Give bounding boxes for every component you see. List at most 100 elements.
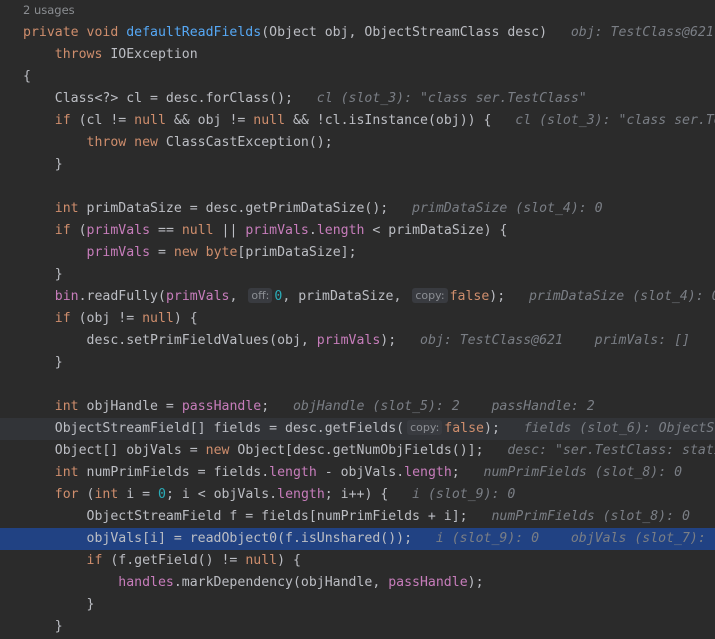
code-token: ); bbox=[489, 289, 506, 304]
code-line[interactable]: for (int i = 0; i < objVals.length; i++)… bbox=[0, 484, 715, 506]
code-token: int bbox=[94, 487, 127, 502]
code-token: private void bbox=[23, 25, 127, 40]
code-line[interactable]: } bbox=[0, 352, 715, 374]
code-token: length bbox=[404, 465, 452, 480]
inline-debug-value: cl (slot_3): "class ser.TestClass" bbox=[515, 113, 715, 128]
code-token: - objVals. bbox=[316, 465, 405, 480]
code-line[interactable]: } bbox=[0, 616, 715, 638]
code-token: ); bbox=[380, 333, 397, 348]
code-token: && !cl.isInstance(obj)) { bbox=[285, 113, 492, 128]
code-line[interactable]: if (obj != null) { bbox=[0, 308, 715, 330]
code-token: null bbox=[181, 223, 214, 238]
code-token: passHandle bbox=[388, 575, 468, 590]
code-line[interactable]: { bbox=[0, 66, 715, 88]
code-line[interactable]: primVals = new byte[primDataSize]; bbox=[0, 242, 715, 264]
code-line[interactable]: } bbox=[0, 264, 715, 286]
code-token: ) { bbox=[277, 553, 301, 568]
code-token: primVals bbox=[245, 223, 309, 238]
code-token: objVals[i] = readObject0(f.isUnshared())… bbox=[23, 531, 413, 546]
code-token: } bbox=[23, 355, 63, 370]
code-line[interactable]: } bbox=[0, 154, 715, 176]
code-token: ; i++) { bbox=[324, 487, 389, 502]
code-line[interactable]: int objHandle = passHandle; objHandle (s… bbox=[0, 396, 715, 418]
code-token: . bbox=[308, 223, 317, 238]
code-token: primVals bbox=[316, 333, 381, 348]
code-line[interactable]: handles.markDependency(objHandle, passHa… bbox=[0, 572, 715, 594]
code-token: .markDependency(objHandle, bbox=[173, 575, 389, 590]
code-token: primVals bbox=[86, 245, 151, 260]
code-token: defaultReadFields bbox=[126, 25, 262, 40]
parameter-hint: copy: bbox=[412, 288, 448, 303]
code-token: if bbox=[23, 311, 79, 326]
code-token: (obj != bbox=[78, 311, 143, 326]
code-token: < primDataSize) { bbox=[364, 223, 508, 238]
code-line[interactable]: throws IOException bbox=[0, 44, 715, 66]
code-token: false bbox=[449, 289, 490, 304]
code-line[interactable] bbox=[0, 374, 715, 396]
inline-debug-value: i (slot_9): 0 objVals (slot_7): [ bbox=[412, 531, 715, 546]
usages-hint[interactable]: 2 usages bbox=[23, 3, 75, 17]
parameter-hint: copy: bbox=[407, 420, 443, 435]
code-line[interactable]: Object[] objVals = new Object[desc.getNu… bbox=[0, 440, 715, 462]
code-line[interactable]: private void defaultReadFields(Object ob… bbox=[0, 22, 715, 44]
code-line[interactable]: objVals[i] = readObject0(f.isUnshared())… bbox=[0, 528, 715, 550]
code-line[interactable]: ObjectStreamField[] fields = desc.getFie… bbox=[0, 418, 715, 440]
code-line[interactable]: if (primVals == null || primVals.length … bbox=[0, 220, 715, 242]
code-token: bin bbox=[54, 289, 79, 304]
code-editor[interactable]: 2 usages private void defaultReadFields(… bbox=[0, 0, 715, 639]
code-line[interactable]: ObjectStreamField f = fields[numPrimFiel… bbox=[0, 506, 715, 528]
inline-debug-value: numPrimFields (slot_8): 0 bbox=[459, 465, 683, 480]
code-token: desc.setPrimFieldValues(obj, bbox=[23, 333, 317, 348]
code-token: int bbox=[23, 465, 87, 480]
code-token: ; bbox=[451, 465, 460, 480]
code-token: length bbox=[269, 465, 317, 480]
code-token: ClassCastException(); bbox=[165, 135, 333, 150]
code-token: length bbox=[277, 487, 325, 502]
code-line[interactable]: int primDataSize = desc.getPrimDataSize(… bbox=[0, 198, 715, 220]
code-token: length bbox=[316, 223, 365, 238]
code-token: new byte bbox=[173, 245, 238, 260]
code-line[interactable]: throw new ClassCastException(); bbox=[0, 132, 715, 154]
code-line[interactable]: } bbox=[0, 594, 715, 616]
code-line[interactable]: desc.setPrimFieldValues(obj, primVals); … bbox=[0, 330, 715, 352]
code-token: throw new bbox=[23, 135, 166, 150]
code-token: primDataSize = desc.getPrimDataSize(); bbox=[86, 201, 389, 216]
code-token: ; i < objVals. bbox=[165, 487, 278, 502]
code-line[interactable] bbox=[0, 176, 715, 198]
inline-debug-value: primDataSize (slot_4): 0 bbox=[388, 201, 603, 216]
code-token: == bbox=[150, 223, 182, 238]
code-token: .readFully( bbox=[78, 289, 166, 304]
code-line[interactable]: Class<?> cl = desc.forClass(); cl (slot_… bbox=[0, 88, 715, 110]
code-line[interactable]: bin.readFully(primVals, off: 0, primDataS… bbox=[0, 286, 715, 308]
inline-debug-value: obj: TestClass@621 bbox=[547, 25, 714, 40]
inline-debug-value: numPrimFields (slot_8): 0 bbox=[467, 509, 690, 524]
code-token: numPrimFields = fields. bbox=[86, 465, 270, 480]
code-token: primVals bbox=[86, 223, 151, 238]
inline-debug-value: objHandle (slot_5): 2 passHandle: 2 bbox=[269, 399, 595, 414]
code-token: null bbox=[245, 553, 278, 568]
code-token: } bbox=[23, 619, 63, 634]
code-token: ( bbox=[78, 223, 87, 238]
parameter-hint: off: bbox=[248, 288, 273, 303]
code-token: ) { bbox=[173, 311, 198, 326]
code-token: { bbox=[23, 69, 31, 84]
code-token: new bbox=[205, 443, 238, 458]
code-token: objHandle = bbox=[86, 399, 182, 414]
code-token: (Object obj, ObjectStreamClass desc) bbox=[261, 25, 548, 40]
code-token: ); bbox=[484, 421, 500, 436]
code-token: (f.getField() != bbox=[110, 553, 246, 568]
code-line[interactable]: if (cl != null && obj != null && !cl.isI… bbox=[0, 110, 715, 132]
inline-debug-value: fields (slot_6): ObjectStreamField bbox=[523, 421, 715, 436]
code-line[interactable]: if (f.getField() != null) { bbox=[0, 550, 715, 572]
code-token: null bbox=[134, 113, 166, 128]
code-token: } bbox=[23, 597, 95, 612]
code-token: } bbox=[23, 157, 63, 172]
code-line[interactable]: int numPrimFields = fields.length - objV… bbox=[0, 462, 715, 484]
code-token: ; bbox=[261, 399, 270, 414]
code-token: if bbox=[23, 113, 79, 128]
code-token: 0 bbox=[158, 487, 166, 502]
code-token: [primDataSize]; bbox=[237, 245, 357, 260]
